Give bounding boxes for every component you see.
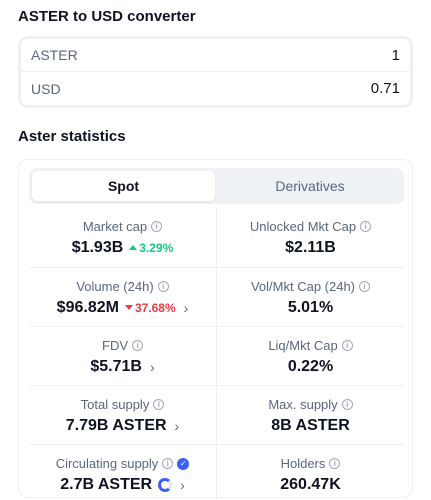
market-cap-value: $1.93B bbox=[71, 238, 124, 256]
to-amount-input[interactable]: 0.71 bbox=[371, 80, 400, 97]
holders-value: 260.47K bbox=[280, 475, 341, 493]
info-icon[interactable]: i bbox=[360, 221, 372, 232]
holders-label: Holders bbox=[280, 455, 326, 471]
liq-mkt-cap-cell: Liq/Mkt Cap i 0.22% bbox=[217, 327, 404, 386]
stats-tabs: Spot Derivatives bbox=[29, 168, 404, 204]
stats-row: Total supply i 7.79B ASTER › Max. supply… bbox=[29, 385, 404, 445]
tab-spot[interactable]: Spot bbox=[32, 171, 215, 201]
stats-title: Aster statistics bbox=[18, 128, 126, 145]
max-supply-label: Max. supply bbox=[268, 396, 338, 412]
liq-mkt-cap-label: Liq/Mkt Cap bbox=[268, 337, 338, 353]
info-icon[interactable]: i bbox=[132, 340, 143, 351]
vol-mkt-cap-value: 5.01% bbox=[287, 298, 334, 316]
chevron-right-icon[interactable]: › bbox=[150, 359, 155, 375]
caret-down-icon bbox=[124, 305, 133, 310]
stats-card: Spot Derivatives Market cap i $1.93B 3.2… bbox=[18, 159, 413, 500]
volume-value: $96.82M bbox=[56, 298, 119, 316]
info-icon[interactable]: i bbox=[151, 221, 163, 232]
max-supply-cell: Max. supply i 8B ASTER bbox=[217, 386, 404, 445]
info-icon[interactable]: i bbox=[341, 340, 353, 351]
to-currency-label: USD bbox=[31, 80, 61, 97]
stats-grid: Market cap i $1.93B 3.29% Unlocked Mkt C… bbox=[29, 208, 404, 500]
circulating-supply-label: Circulating supply bbox=[55, 455, 159, 471]
info-icon[interactable]: i bbox=[162, 458, 174, 469]
market-cap-label: Market cap bbox=[82, 218, 148, 234]
stats-row: Volume (24h) i $96.82M 37.68% › Vol/Mkt … bbox=[29, 267, 404, 327]
from-amount-input[interactable]: 1 bbox=[392, 47, 400, 64]
stats-row: Market cap i $1.93B 3.29% Unlocked Mkt C… bbox=[29, 208, 404, 267]
info-icon[interactable]: i bbox=[329, 458, 341, 469]
fdv-value: $5.71B bbox=[90, 357, 142, 375]
converter-from-row[interactable]: ASTER 1 bbox=[21, 39, 410, 72]
holders-cell: Holders i 260.47K bbox=[217, 445, 404, 500]
info-icon[interactable]: i bbox=[359, 281, 371, 292]
from-currency-label: ASTER bbox=[31, 47, 78, 63]
vol-mkt-cap-label: Vol/Mkt Cap (24h) bbox=[250, 278, 356, 294]
converter-title: ASTER to USD converter bbox=[18, 8, 196, 25]
converter-to-row[interactable]: USD 0.71 bbox=[21, 72, 410, 105]
caret-up-icon bbox=[129, 245, 138, 250]
volume-change-value: 37.68% bbox=[134, 300, 176, 315]
unlocked-mkt-cap-cell: Unlocked Mkt Cap i $2.11B bbox=[217, 208, 404, 267]
fdv-label: FDV bbox=[102, 337, 128, 353]
total-supply-value: 7.79B ASTER bbox=[65, 416, 167, 434]
volume-label: Volume (24h) bbox=[76, 278, 154, 294]
fdv-cell: FDV i $5.71B › bbox=[29, 327, 217, 386]
circulating-supply-value: 2.7B ASTER bbox=[60, 475, 153, 493]
liq-mkt-cap-value: 0.22% bbox=[287, 357, 334, 375]
verified-check-icon[interactable]: ✓ bbox=[177, 457, 190, 470]
unlocked-mkt-cap-label: Unlocked Mkt Cap bbox=[249, 218, 357, 234]
info-icon[interactable]: i bbox=[153, 399, 165, 410]
chevron-right-icon[interactable]: › bbox=[184, 300, 189, 316]
max-supply-value: 8B ASTER bbox=[271, 416, 350, 434]
info-icon[interactable]: i bbox=[157, 281, 169, 292]
total-supply-cell: Total supply i 7.79B ASTER › bbox=[29, 386, 217, 445]
supply-progress-ring-icon bbox=[158, 477, 173, 492]
chevron-right-icon[interactable]: › bbox=[175, 418, 180, 434]
volume-cell: Volume (24h) i $96.82M 37.68% › bbox=[29, 268, 217, 327]
market-cap-change: 3.29% bbox=[129, 241, 173, 255]
market-cap-change-value: 3.29% bbox=[139, 240, 174, 255]
circulating-supply-cell: Circulating supply i ✓ 2.7B ASTER › bbox=[29, 445, 217, 500]
chevron-right-icon[interactable]: › bbox=[180, 477, 185, 493]
info-icon[interactable]: i bbox=[341, 399, 353, 410]
volume-change: 37.68% bbox=[124, 300, 176, 315]
vol-mkt-cap-cell: Vol/Mkt Cap (24h) i 5.01% bbox=[217, 268, 404, 327]
converter-box: ASTER 1 USD 0.71 bbox=[18, 36, 413, 108]
unlocked-mkt-cap-value: $2.11B bbox=[285, 238, 336, 256]
tab-derivatives[interactable]: Derivatives bbox=[219, 171, 401, 201]
total-supply-label: Total supply bbox=[80, 396, 150, 412]
market-cap-cell: Market cap i $1.93B 3.29% bbox=[29, 208, 217, 267]
stats-row: Circulating supply i ✓ 2.7B ASTER › Hold… bbox=[29, 444, 404, 500]
stats-row: FDV i $5.71B › Liq/Mkt Cap i 0.22% bbox=[29, 326, 404, 386]
